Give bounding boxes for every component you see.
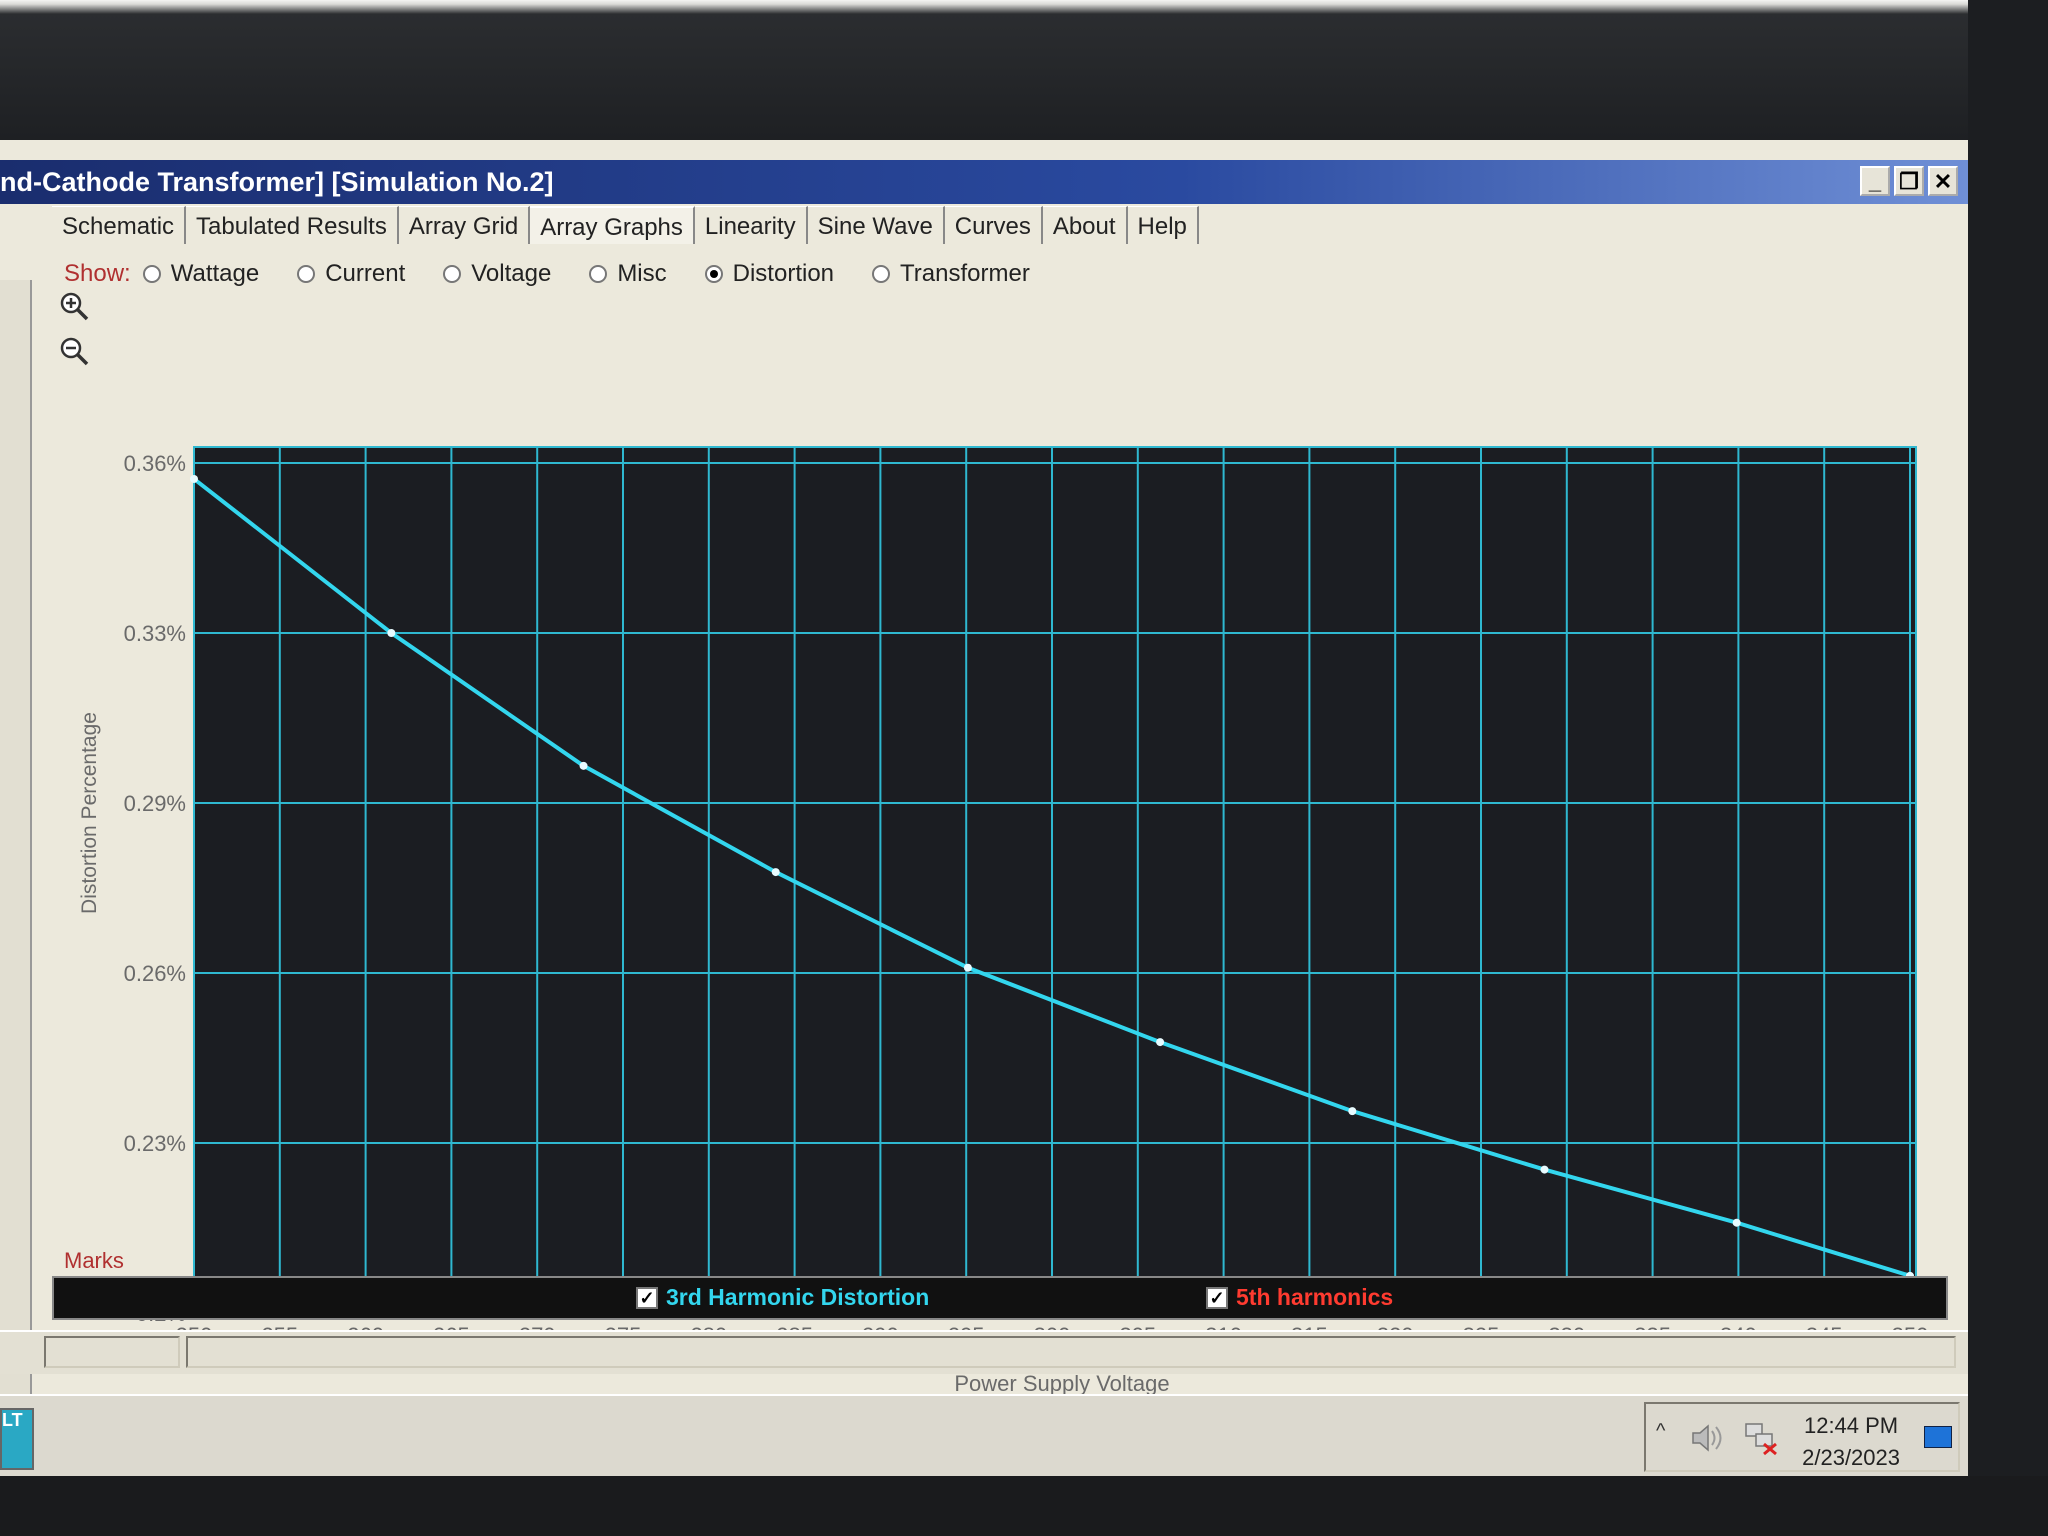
radio-button[interactable] [297,265,316,283]
tray-expand-icon[interactable]: ^ [1656,1420,1665,1443]
screen: nd-Cathode Transformer] [Simulation No.2… [0,140,1968,1476]
y-tick-label: 0.23% [124,1131,186,1156]
radio-wattage[interactable]: Wattage [142,260,260,288]
data-point [579,761,588,770]
tab-about[interactable]: About [1042,206,1128,244]
radio-label: Misc [617,260,667,287]
close-button[interactable]: ✕ [1928,166,1958,196]
x-axis-label: Power Supply Voltage [954,1371,1169,1396]
data-point [771,868,780,877]
radio-current[interactable]: Current [297,260,405,288]
radio-label: Voltage [471,260,552,287]
y-tick-label: 0.33% [124,621,186,646]
taskbar-clock[interactable]: 12:44 PM 2/23/2023 [1802,1410,1900,1474]
legend-checkbox[interactable]: ✓ [1206,1286,1228,1309]
tab-linearity[interactable]: Linearity [694,206,808,244]
restore-button[interactable]: ❐ [1894,166,1924,196]
status-cell [186,1336,1956,1368]
y-tick-label: 0.26% [124,961,186,986]
clock-date: 2/23/2023 [1802,1445,1900,1470]
radio-button[interactable] [872,265,891,283]
distortion-chart: 2502552602652702752802852902953003053103… [50,295,1960,1425]
chart-svg: 2502552602652702752802852902953003053103… [78,446,1928,1396]
show-radio-group: Show: Wattage Current Voltage Misc Disto… [64,254,1068,294]
tab-curves[interactable]: Curves [944,206,1043,244]
window-controls: _ ❐ ✕ [1860,166,1958,196]
monitor-bezel-top [0,0,2048,140]
tab-schematic[interactable]: Schematic [52,206,187,244]
tab-array-grid[interactable]: Array Grid [398,206,531,244]
radio-label: Wattage [170,260,260,287]
radio-misc[interactable]: Misc [589,260,667,288]
tab-tabulated-results[interactable]: Tabulated Results [186,206,399,244]
tab-help[interactable]: Help [1127,206,1199,244]
data-point [190,474,198,483]
tab-sine-wave[interactable]: Sine Wave [807,206,945,244]
data-point [1156,1038,1165,1047]
clock-time: 12:44 PM [1803,1413,1899,1438]
data-point [1348,1107,1357,1116]
radio-distortion[interactable]: Distortion [704,260,835,288]
radio-voltage[interactable]: Voltage [443,260,551,288]
radio-button[interactable] [589,265,608,283]
data-point [963,963,972,972]
y-tick-label: 0.29% [124,791,186,816]
radio-label: Current [325,260,406,287]
y-axis-label: Distortion Percentage [78,712,101,914]
legend-item-3rd-harmonic[interactable]: ✓ 3rd Harmonic Distortion [636,1284,929,1311]
radio-label: Transformer [900,260,1030,287]
status-cell [44,1336,180,1368]
radio-button[interactable] [443,265,462,283]
data-point [1540,1165,1549,1174]
system-tray: ^ 12:44 PM 2/23/2023 [1644,1402,1960,1472]
monitor-bezel-bottom [0,1476,2048,1536]
tab-array-graphs[interactable]: Array Graphs [530,206,695,244]
data-point [387,629,396,637]
radio-button-selected[interactable] [704,265,723,283]
radio-label: Distortion [732,260,835,287]
legend-label: 5th harmonics [1236,1284,1394,1310]
legend-item-5th-harmonics[interactable]: ✓ 5th harmonics [1206,1284,1393,1311]
legend-bar: ✓ 3rd Harmonic Distortion ✓ 5th harmonic… [52,1276,1948,1320]
y-tick-label: 0.36% [124,451,186,476]
taskbar: LT ^ 12:44 PM 2/23/2023 [0,1394,1968,1476]
minimize-button[interactable]: _ [1860,166,1890,196]
monitor-bezel-right [1968,0,2048,1536]
left-panel [0,280,32,1410]
show-desktop-button[interactable] [1924,1426,1952,1448]
tab-strip: Schematic Tabulated Results Array Grid A… [52,206,1199,250]
show-label: Show: [64,260,131,287]
data-point [1732,1218,1741,1227]
radio-transformer[interactable]: Transformer [872,260,1030,288]
taskbar-app-icon[interactable]: LT [0,1408,34,1470]
title-bar[interactable]: nd-Cathode Transformer] [Simulation No.2… [0,160,1968,204]
app-icon-label: LT [2,1410,23,1430]
radio-button[interactable] [142,265,161,283]
speaker-icon[interactable] [1690,1422,1724,1454]
legend-label: 3rd Harmonic Distortion [666,1284,930,1310]
legend-checkbox[interactable]: ✓ [636,1286,658,1309]
marks-label: Marks [64,1248,124,1273]
status-bar [0,1330,1968,1374]
network-icon[interactable] [1742,1420,1780,1456]
window-title: nd-Cathode Transformer] [Simulation No.2… [0,167,554,197]
